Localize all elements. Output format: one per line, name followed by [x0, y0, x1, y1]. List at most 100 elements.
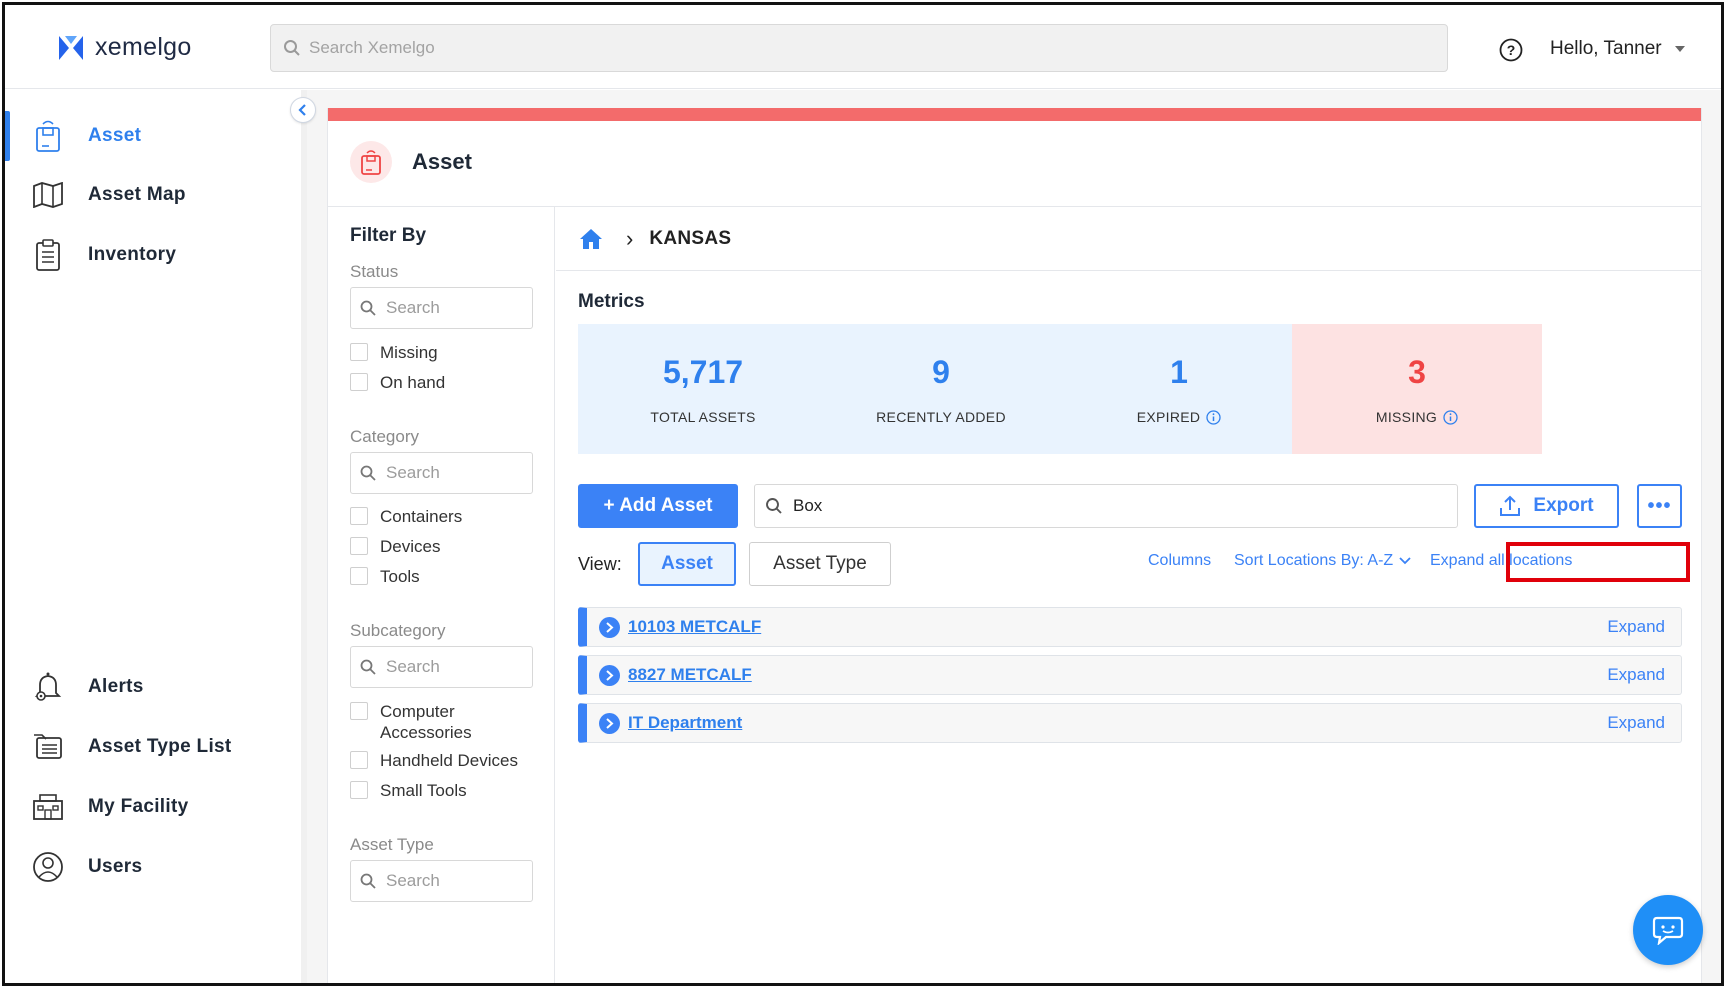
category-search-input[interactable]: [386, 463, 506, 483]
asset-type-search-input[interactable]: [386, 871, 506, 891]
view-asset-type-button[interactable]: Asset Type: [749, 542, 891, 586]
sidebar-item-my-facility[interactable]: My Facility: [5, 782, 301, 832]
metric-recently-added[interactable]: 9 RECENTLY ADDED: [816, 324, 1066, 454]
metric-value: 3: [1408, 354, 1426, 390]
help-icon[interactable]: ?: [1499, 38, 1523, 62]
chevron-right-circle-icon[interactable]: [599, 664, 620, 686]
top-header: xemelgo ? Hello, Tanner: [5, 5, 1721, 89]
location-row-10103-metcalf[interactable]: 10103 METCALF Expand: [578, 607, 1682, 647]
chevron-right-icon: ›: [626, 225, 634, 251]
subcategory-option-computer-accessories[interactable]: Computer Accessories: [350, 701, 500, 743]
filter-panel: Filter By Status Missing On hand Categor…: [328, 207, 555, 983]
option-label: Small Tools: [380, 781, 467, 800]
metric-expired[interactable]: 1 EXPIRED: [1054, 324, 1304, 454]
chat-button[interactable]: [1633, 895, 1703, 965]
metrics-heading: Metrics: [578, 291, 645, 312]
location-row-it-department[interactable]: IT Department Expand: [578, 703, 1682, 743]
sidebar-item-users[interactable]: Users: [5, 842, 301, 892]
metric-label: MISSING: [1376, 409, 1458, 425]
subcategory-option-handheld-devices[interactable]: Handheld Devices: [350, 750, 518, 771]
filter-section-subcategory: Subcategory: [350, 621, 446, 640]
location-name[interactable]: 8827 METCALF: [628, 665, 752, 685]
status-search-input[interactable]: [386, 298, 506, 318]
checkbox[interactable]: [350, 537, 368, 555]
columns-link[interactable]: Columns: [1148, 552, 1211, 570]
home-icon[interactable]: [578, 227, 604, 251]
category-option-containers[interactable]: Containers: [350, 506, 462, 527]
category-option-tools[interactable]: Tools: [350, 566, 420, 587]
category-option-devices[interactable]: Devices: [350, 536, 440, 557]
chevron-left-icon: [298, 104, 306, 116]
metric-missing[interactable]: 3 MISSING: [1292, 324, 1542, 454]
subcategory-search-input[interactable]: [386, 657, 506, 677]
expand-link[interactable]: Expand: [1607, 617, 1665, 637]
expand-link[interactable]: Expand: [1607, 665, 1665, 685]
sidebar-item-asset-type-list[interactable]: Asset Type List: [5, 722, 301, 772]
checkbox[interactable]: [350, 751, 368, 769]
sidebar-item-inventory[interactable]: Inventory: [5, 230, 301, 280]
option-label: On hand: [380, 373, 446, 392]
sidebar-item-asset-map[interactable]: Asset Map: [5, 170, 301, 220]
chat-icon: [1652, 916, 1684, 945]
asset-tag-icon: [350, 141, 392, 183]
checkbox[interactable]: [350, 781, 368, 799]
view-asset-button[interactable]: Asset: [638, 542, 736, 586]
option-label: Computer Accessories: [380, 702, 472, 742]
sidebar-item-asset[interactable]: Asset: [5, 111, 301, 161]
asset-tag-icon: [31, 119, 65, 153]
sidebar: Asset Asset Map Inventory Alerts Asset T…: [5, 90, 307, 983]
export-button[interactable]: Export: [1474, 484, 1619, 528]
global-search[interactable]: [270, 24, 1448, 72]
sort-locations-label: Sort Locations By: A-Z: [1234, 552, 1394, 569]
metric-label-text: TOTAL ASSETS: [650, 409, 756, 425]
global-search-input[interactable]: [309, 38, 1357, 58]
location-name[interactable]: IT Department: [628, 713, 742, 733]
caret-down-icon: [1674, 46, 1685, 52]
option-label: Handheld Devices: [380, 751, 518, 770]
filter-section-category: Category: [350, 427, 419, 446]
metric-label: EXPIRED: [1137, 409, 1222, 425]
status-option-on-hand[interactable]: On hand: [350, 372, 445, 393]
map-icon: [31, 178, 65, 212]
sidebar-item-label: Users: [88, 856, 143, 877]
info-icon[interactable]: [1206, 409, 1221, 425]
asset-search-input[interactable]: [793, 496, 1393, 516]
category-search[interactable]: [350, 452, 533, 494]
expand-link[interactable]: Expand: [1607, 713, 1665, 733]
sidebar-item-alerts[interactable]: Alerts: [5, 662, 301, 712]
location-row-8827-metcalf[interactable]: 8827 METCALF Expand: [578, 655, 1682, 695]
expand-all-locations-link[interactable]: Expand all locations: [1430, 552, 1572, 570]
collapse-sidebar-button[interactable]: [290, 97, 316, 123]
metric-total-assets[interactable]: 5,717 TOTAL ASSETS: [578, 324, 828, 454]
checkbox[interactable]: [350, 702, 368, 720]
user-menu[interactable]: Hello, Tanner: [1550, 38, 1686, 60]
upload-icon: [1500, 495, 1521, 516]
clipboard-icon: [31, 238, 65, 272]
sort-locations-dropdown[interactable]: Sort Locations By: A-Z: [1234, 552, 1411, 570]
content-panel: › KANSAS Metrics 5,717 TOTAL ASSETS 9 RE…: [556, 207, 1702, 983]
checkbox[interactable]: [350, 507, 368, 525]
location-name[interactable]: 10103 METCALF: [628, 617, 761, 637]
chevron-right-circle-icon[interactable]: [599, 712, 620, 734]
info-icon[interactable]: [1443, 409, 1458, 425]
metric-value: 5,717: [662, 354, 744, 390]
bell-icon: [31, 670, 65, 704]
status-search[interactable]: [350, 287, 533, 329]
checkbox[interactable]: [350, 567, 368, 585]
add-asset-button[interactable]: + Add Asset: [578, 484, 738, 528]
search-icon: [360, 873, 376, 889]
more-options-button[interactable]: •••: [1637, 484, 1682, 528]
subcategory-search[interactable]: [350, 646, 533, 688]
status-option-missing[interactable]: Missing: [350, 342, 438, 363]
chevron-right-circle-icon[interactable]: [599, 616, 620, 638]
asset-search[interactable]: [754, 484, 1458, 528]
checkbox[interactable]: [350, 343, 368, 361]
xemelgo-logo[interactable]: xemelgo: [57, 33, 192, 62]
subcategory-option-small-tools[interactable]: Small Tools: [350, 780, 467, 801]
chevron-down-icon: [1399, 557, 1411, 565]
metric-value: 9: [932, 354, 950, 390]
asset-type-search[interactable]: [350, 860, 533, 902]
metric-label-text: RECENTLY ADDED: [876, 409, 1006, 425]
breadcrumb-current[interactable]: KANSAS: [649, 228, 731, 250]
checkbox[interactable]: [350, 373, 368, 391]
